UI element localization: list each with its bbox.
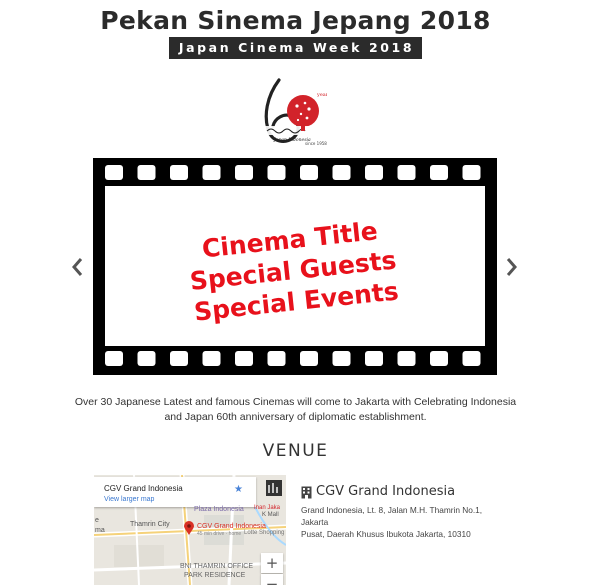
map-label-plaza: Plaza Indonesia [194,506,244,513]
map-label-thamrin-city: Thamrin City [130,521,170,528]
map-label-kempinski: K Mall [262,512,279,518]
film-strip-slide[interactable]: Cinema Title Special Guests Special Even… [93,158,497,375]
film-hole-top [137,165,156,180]
map-label-park: PARK RESIDENCE [184,572,246,579]
film-hole-top [235,165,253,180]
chevron-right-icon[interactable] [504,255,520,279]
chevron-left-icon[interactable] [69,255,85,279]
map-label-lotte: Lotte Shopping [244,530,285,536]
film-hole-bottom [365,351,383,366]
page-subtitle: Japan Cinema Week 2018 [168,37,423,59]
film-hole-bottom [397,351,416,366]
film-hole-bottom [137,351,156,366]
venue-heading: VENUE [262,441,329,461]
description-line-1: Over 30 Japanese Latest and famous Cinem… [74,396,517,408]
map-label-inan: Inan Jaka [254,505,281,511]
map-label-bni: BNI THAMRIN OFFICE [180,563,253,570]
film-hole-bottom [267,351,286,366]
event-description: Over 30 Japanese Latest and famous Cinem… [60,395,531,425]
film-hole-bottom [300,351,318,366]
map-pin-label: CGV Grand Indonesia [197,523,266,530]
svg-text:since 1958: since 1958 [305,141,327,146]
map-zoom-out-button[interactable]: − [261,574,283,585]
film-hole-bottom [332,351,351,366]
map-label-edge-ma: ma [95,527,105,534]
film-hole-top [365,165,383,180]
film-hole-top [430,165,448,180]
page-title: Pekan Sinema Jepang 2018 [100,6,491,35]
film-hole-top [170,165,188,180]
map-zoom-in-button[interactable]: + [261,553,283,573]
svg-text:years: years [316,92,327,98]
film-hole-bottom [430,351,448,366]
map-info-card: CGV Grand Indonesia View larger map ★ [94,477,256,507]
film-hole-top [267,165,286,180]
film-hole-bottom [105,351,123,366]
map-label-edge-e: e [95,517,99,524]
film-hole-top [300,165,318,180]
film-hole-bottom [462,351,481,366]
venue-map[interactable]: CGV Grand Indonesia View larger map ★ Pl… [94,475,286,585]
film-hole-top [462,165,481,180]
venue-address: Grand Indonesia, Lt. 8, Jalan M.H. Thamr… [301,504,511,540]
building-icon [301,486,312,499]
venue-address-line-2: Pusat, Daerah Khusus Ibukota Jakarta, 10… [301,529,471,539]
map-pin-icon[interactable] [184,521,194,535]
film-hole-top [202,165,221,180]
venue-name: CGV Grand Indonesia [316,484,456,499]
view-larger-map-link[interactable]: View larger map [104,496,154,503]
subtitle-banner: Japan Cinema Week 2018 [0,37,591,59]
film-hole-top [397,165,416,180]
film-hole-bottom [202,351,221,366]
film-hole-bottom [170,351,188,366]
film-hole-top [105,165,123,180]
film-hole-bottom [235,351,253,366]
map-place-name: CGV Grand Indonesia [104,484,183,493]
description-line-2: and Japan 60th anniversary of diplomatic… [164,411,427,423]
film-hole-top [332,165,351,180]
map-pin-sublabel: 45 min drive · home [197,531,242,537]
venue-address-line-1: Grand Indonesia, Lt. 8, Jalan M.H. Thamr… [301,505,483,527]
star-icon[interactable]: ★ [234,484,243,495]
japan-indonesia-60th-anniversary-logo: years Japan Indonesia since 1958 [264,78,327,146]
